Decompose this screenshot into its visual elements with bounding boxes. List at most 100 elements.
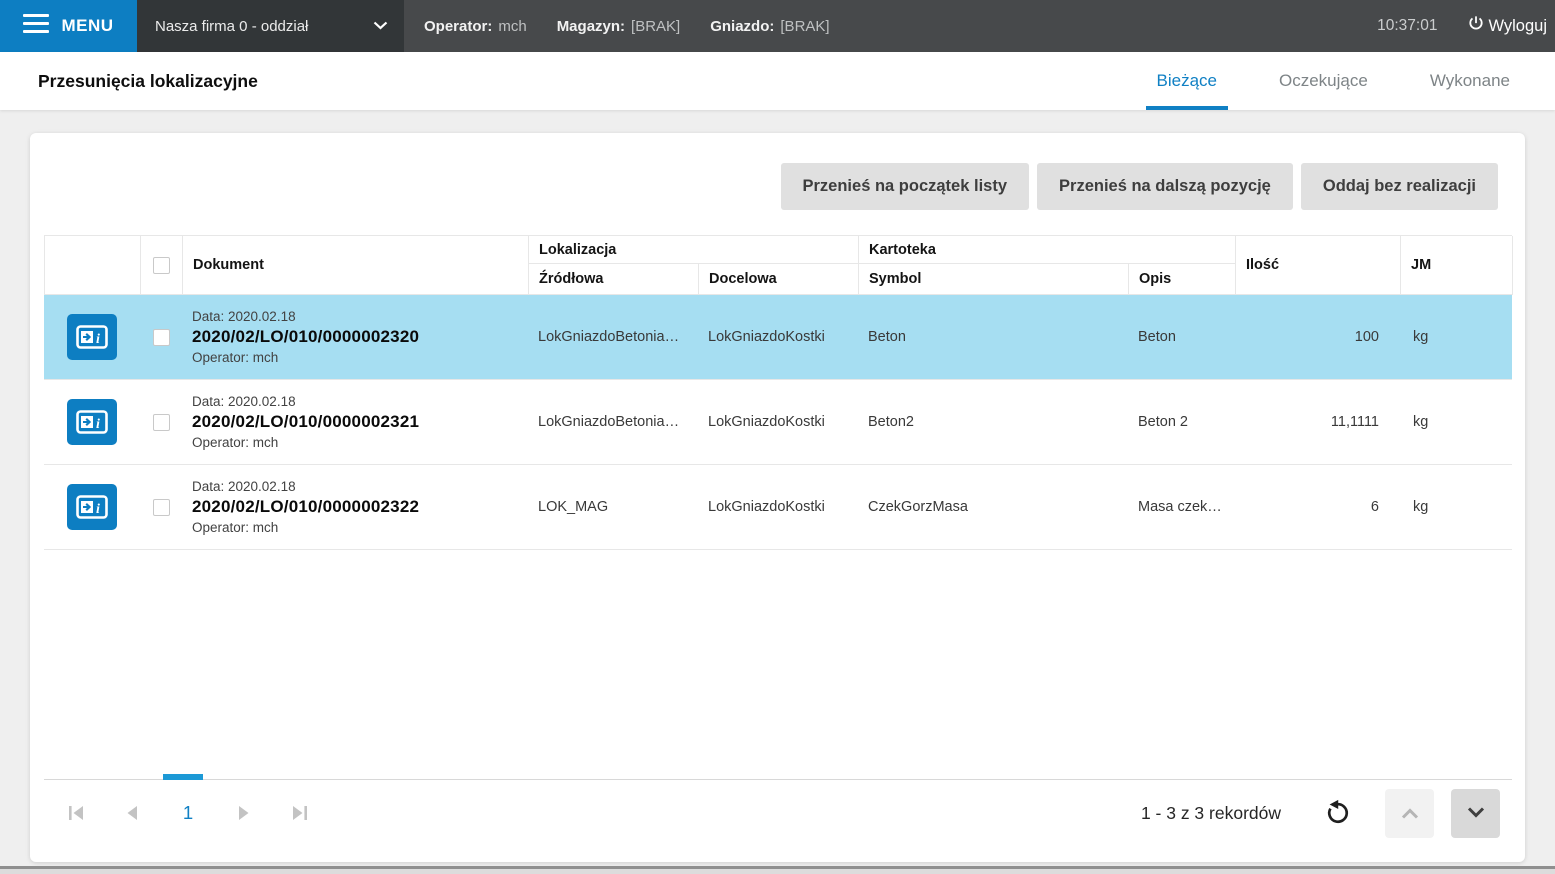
active-tab-indicator xyxy=(1145,106,1228,110)
svg-text:i: i xyxy=(96,332,100,347)
move-to-next-button[interactable]: Przenieś na dalszą pozycję xyxy=(1037,163,1293,210)
row-document-number: 2020/02/LO/010/0000002322 xyxy=(192,497,420,516)
row-details-button[interactable]: i xyxy=(67,484,117,530)
transfer-info-icon: i xyxy=(76,325,108,349)
menu-button[interactable]: MENU xyxy=(0,0,137,52)
last-page-icon xyxy=(293,806,307,820)
row-zrodlowa: LOK_MAG xyxy=(538,499,609,515)
table-row[interactable]: i Data: 2020.02.18 2020/02/LO/010/000000… xyxy=(44,380,1512,465)
chevron-up-icon xyxy=(1401,808,1418,819)
column-header-jm[interactable]: JM xyxy=(1401,236,1513,295)
topbar: MENU Nasza firma 0 - oddział Operator: m… xyxy=(0,0,1555,52)
records-info: 1 - 3 z 3 rekordów xyxy=(1140,802,1281,823)
row-details-button[interactable]: i xyxy=(67,399,117,445)
row-opis: Masa czek… xyxy=(1138,499,1222,515)
row-ilosc: 100 xyxy=(1354,329,1379,345)
column-header-docelowa[interactable]: Docelowa xyxy=(699,264,859,295)
tab-biezace[interactable]: Bieżące xyxy=(1145,52,1228,110)
row-docelowa: LokGniazdoKostki xyxy=(708,414,825,430)
logout-button[interactable]: Wyloguj xyxy=(1467,14,1547,38)
column-header-opis[interactable]: Opis xyxy=(1129,264,1236,295)
slot-label: Gniazdo: xyxy=(710,17,775,35)
row-symbol: Beton2 xyxy=(868,414,914,430)
table-row[interactable]: i Data: 2020.02.18 2020/02/LO/010/000000… xyxy=(44,295,1512,380)
operator-info: Operator: mch xyxy=(424,18,527,35)
session-info: Operator: mch Magazyn: [BRAK] Gniazdo: [… xyxy=(424,0,830,52)
warehouse-info: Magazyn: [BRAK] xyxy=(557,18,681,35)
operator-label: Operator: xyxy=(424,17,493,35)
row-symbol: Beton xyxy=(868,329,906,345)
tab-bar: Bieżące Oczekujące Wykonane xyxy=(1145,52,1521,110)
row-docelowa: LokGniazdoKostki xyxy=(708,329,825,345)
row-document-number: 2020/02/LO/010/0000002320 xyxy=(192,327,420,346)
column-group-lokalizacja: Lokalizacja xyxy=(529,236,859,264)
refresh-button[interactable] xyxy=(1323,798,1353,828)
company-selector[interactable]: Nasza firma 0 - oddział xyxy=(137,0,404,52)
row-ilosc: 6 xyxy=(1370,499,1379,515)
select-all-cell xyxy=(141,236,183,295)
column-group-kartoteka: Kartoteka xyxy=(859,236,1236,264)
row-jm: kg xyxy=(1413,499,1429,515)
move-to-top-button[interactable]: Przenieś na początek listy xyxy=(780,163,1030,210)
chevron-down-icon xyxy=(373,17,388,35)
row-jm: kg xyxy=(1413,329,1429,345)
logout-label: Wyloguj xyxy=(1488,16,1547,35)
row-jm: kg xyxy=(1413,414,1429,430)
page-number[interactable]: 1 xyxy=(179,802,197,824)
svg-text:i: i xyxy=(96,502,100,517)
row-date: Data: 2020.02.18 xyxy=(192,479,296,494)
column-header-symbol[interactable]: Symbol xyxy=(859,264,1129,295)
column-header-dokument[interactable]: Dokument xyxy=(183,236,529,295)
row-ilosc: 11,1111 xyxy=(1330,414,1379,430)
menu-label: MENU xyxy=(61,16,114,35)
hamburger-icon xyxy=(23,14,50,38)
scroll-up-button[interactable] xyxy=(1385,788,1434,838)
column-header-zrodlowa[interactable]: Źródłowa xyxy=(529,264,699,295)
tab-oczekujace[interactable]: Oczekujące xyxy=(1268,52,1379,110)
next-page-icon xyxy=(239,806,249,820)
previous-page-icon xyxy=(127,806,137,820)
row-document-number: 2020/02/LO/010/0000002321 xyxy=(192,412,420,431)
previous-page-button[interactable] xyxy=(123,804,141,822)
tab-oczekujace-label: Oczekujące xyxy=(1279,71,1368,90)
tab-wykonane-label: Wykonane xyxy=(1429,71,1510,90)
slot-value: [BRAK] xyxy=(780,17,830,35)
return-without-button[interactable]: Oddaj bez realizacji xyxy=(1300,163,1498,210)
action-bar: Przenieś na początek listy Przenieś na d… xyxy=(780,163,1498,210)
icon-column-header xyxy=(45,236,141,295)
operator-value: mch xyxy=(498,17,527,35)
row-operator: Operator: mch xyxy=(192,435,279,450)
transfer-info-icon: i xyxy=(76,410,108,434)
warehouse-value: [BRAK] xyxy=(631,17,681,35)
pagination: 1 xyxy=(30,780,309,846)
transfer-info-icon: i xyxy=(76,495,108,519)
row-opis: Beton xyxy=(1138,329,1176,345)
bottom-edge-strip xyxy=(0,869,1555,874)
table-header: Dokument Lokalizacja Kartoteka Ilość JM … xyxy=(44,235,1513,295)
page-header: Przesunięcia lokalizacyjne Bieżące Oczek… xyxy=(0,52,1555,110)
row-opis: Beton 2 xyxy=(1138,414,1188,430)
next-page-button[interactable] xyxy=(235,804,253,822)
row-symbol: CzekGorzMasa xyxy=(868,499,968,515)
row-date: Data: 2020.02.18 xyxy=(192,309,296,324)
row-checkbox[interactable] xyxy=(152,328,170,346)
warehouse-label: Magazyn: xyxy=(556,17,626,35)
tab-wykonane[interactable]: Wykonane xyxy=(1419,52,1521,110)
row-details-button[interactable]: i xyxy=(67,314,117,360)
row-docelowa: LokGniazdoKostki xyxy=(708,499,825,515)
row-checkbox[interactable] xyxy=(152,498,170,516)
first-page-icon xyxy=(69,806,83,820)
clock: 10:37:01 xyxy=(1377,17,1438,34)
first-page-button[interactable] xyxy=(67,804,85,822)
column-header-ilosc[interactable]: Ilość xyxy=(1236,236,1401,295)
content-card: Przenieś na początek listy Przenieś na d… xyxy=(30,133,1525,862)
row-operator: Operator: mch xyxy=(192,350,279,365)
refresh-icon xyxy=(1327,799,1349,824)
table-row[interactable]: i Data: 2020.02.18 2020/02/LO/010/000000… xyxy=(44,465,1512,550)
chevron-down-icon xyxy=(1467,807,1484,818)
select-all-checkbox[interactable] xyxy=(153,256,170,274)
scroll-down-button[interactable] xyxy=(1451,788,1500,838)
row-checkbox[interactable] xyxy=(152,413,170,431)
last-page-button[interactable] xyxy=(291,804,309,822)
company-selector-value: Nasza firma 0 - oddział xyxy=(155,17,309,35)
